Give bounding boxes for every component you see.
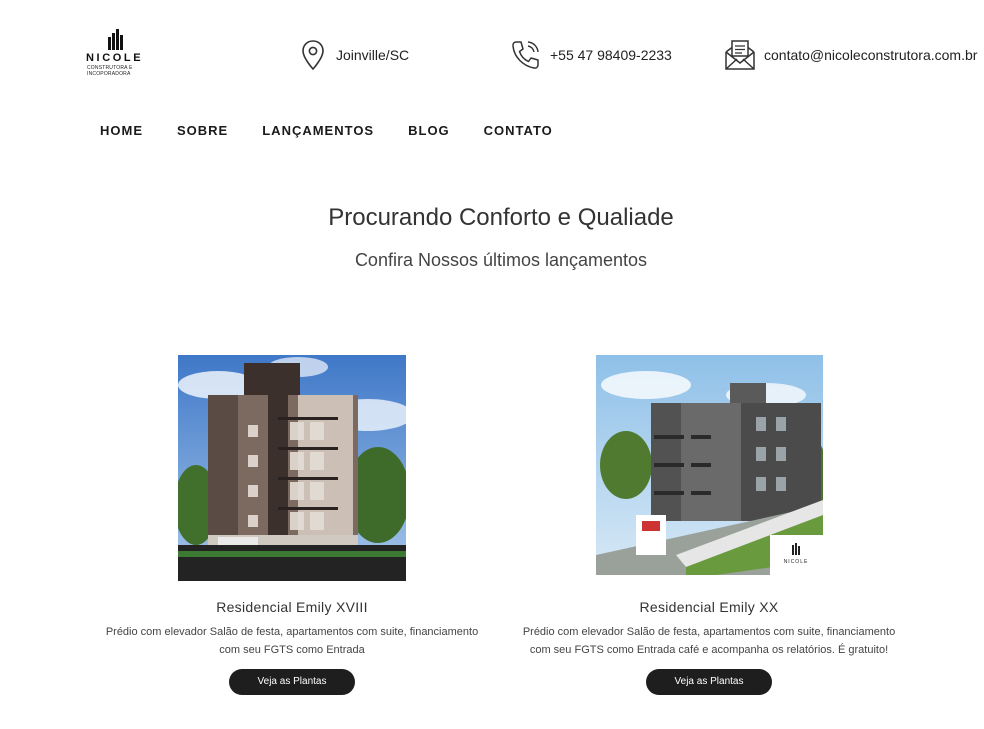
location-text: Joinville/SC <box>336 47 410 63</box>
watermark-text: NICOLE <box>783 559 808 565</box>
property-description: Prédio com elevador Salão de festa, apar… <box>105 626 479 656</box>
email-info[interactable]: contato@nicoleconstrutora.com.br <box>724 37 977 73</box>
property-image[interactable] <box>178 355 406 581</box>
location-pin-icon <box>302 40 324 71</box>
property-card: NICOLE Residencial Emily XX Prédio com e… <box>499 355 919 695</box>
nav-blog[interactable]: BLOG <box>408 123 450 138</box>
nav-home[interactable]: HOME <box>100 123 143 138</box>
view-plans-button[interactable]: Veja as Plantas <box>229 669 355 695</box>
phone-text: +55 47 98409-2233 <box>550 47 672 63</box>
building-logo-icon <box>108 29 123 50</box>
building-render-image: NICOLE <box>595 355 823 575</box>
hero-subtitle: Confira Nossos últimos lançamentos <box>354 250 648 270</box>
main-nav: HOME SOBRE LANÇAMENTOS BLOG CONTATO <box>100 123 587 138</box>
view-plans-button[interactable]: Veja as Plantas <box>646 669 772 695</box>
property-card: Residencial Emily XVIII Prédio com eleva… <box>82 355 502 695</box>
property-title[interactable]: Residencial Emily XX <box>499 599 919 615</box>
property-image[interactable]: NICOLE <box>595 355 823 575</box>
envelope-icon <box>725 40 755 70</box>
logo-subtitle: CONSTRUTORA E INCOPORADORA <box>87 65 133 77</box>
brand-logo[interactable]: NICOLE CONSTRUTORA E INCOPORADORA <box>86 29 146 84</box>
phone-info[interactable]: +55 47 98409-2233 <box>510 37 672 73</box>
hero-title: Procurando Conforto e Qualiade <box>328 204 674 231</box>
nav-contato[interactable]: CONTATO <box>484 123 553 138</box>
email-text: contato@nicoleconstrutora.com.br <box>764 47 978 63</box>
phone-icon <box>512 41 539 69</box>
logo-name: NICOLE <box>86 52 144 64</box>
location-info: Joinville/SC <box>300 37 409 73</box>
property-description: Prédio com elevador Salão de festa, apar… <box>522 626 896 656</box>
nav-lancamentos[interactable]: LANÇAMENTOS <box>262 123 374 138</box>
building-render-image <box>178 355 406 581</box>
nav-sobre[interactable]: SOBRE <box>177 123 228 138</box>
property-title[interactable]: Residencial Emily XVIII <box>82 599 502 615</box>
